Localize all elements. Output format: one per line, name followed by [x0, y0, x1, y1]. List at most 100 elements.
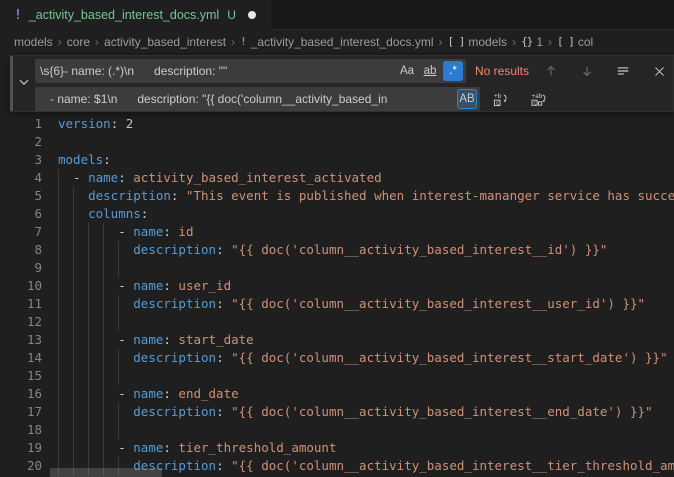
code-line[interactable]: 4 - name: activity_based_interest_activa… — [0, 169, 674, 187]
arrow-down-icon — [580, 64, 594, 78]
indent-guide — [73, 439, 74, 457]
line-content: version: 2 — [58, 115, 674, 133]
line-number: 3 — [0, 151, 42, 169]
replace-button[interactable]: +b c — [490, 89, 510, 109]
code-line[interactable]: 1version: 2 — [0, 115, 674, 133]
line-number: 18 — [0, 421, 42, 439]
code-area[interactable]: 1version: 223 models:4 - name: activity_b… — [0, 115, 674, 475]
line-content: - name: tier_threshold_amount — [58, 439, 674, 457]
breadcrumb-item[interactable]: models — [14, 35, 53, 49]
indent-guide — [103, 421, 104, 439]
code-line[interactable]: 15 — [0, 367, 674, 385]
tab-filename: _activity_based_interest_docs.yml — [29, 8, 219, 22]
code-line[interactable]: 3 models: — [0, 151, 674, 169]
code-line[interactable]: 10 - name: user_id — [0, 277, 674, 295]
code-line[interactable]: 16 - name: end_date — [0, 385, 674, 403]
code-line[interactable]: 8 description: "{{ doc('column__activity… — [0, 241, 674, 259]
find-replace-widget: \s{6}- name: (.*)\n description: "" Aaab… — [10, 55, 674, 112]
next-match-button[interactable] — [577, 61, 597, 81]
indent-guide — [88, 241, 89, 259]
replace-input[interactable]: - name: $1\n description: "{{ doc('colum… — [35, 87, 480, 111]
breadcrumb-separator-icon: › — [439, 35, 443, 49]
code-line[interactable]: 2 — [0, 133, 674, 151]
line-number: 7 — [0, 223, 42, 241]
line-content: description: "{{ doc('column__activity_b… — [58, 349, 674, 367]
replace-all-button[interactable]: +ab c — [528, 89, 548, 109]
breadcrumb: models › core › activity_based_interest ›! _ac… — [0, 31, 674, 52]
line-content: models: — [58, 151, 674, 169]
line-content — [58, 259, 674, 277]
yaml-file-icon: ! — [240, 35, 247, 48]
symbol-array-icon: [ ] — [557, 35, 574, 48]
indent-guide — [118, 241, 119, 259]
breadcrumb-item[interactable]: {}1 — [521, 35, 543, 49]
indent-guide — [58, 277, 59, 295]
indent-guide — [73, 205, 74, 223]
code-line[interactable]: 13 - name: start_date — [0, 331, 674, 349]
line-number: 17 — [0, 403, 42, 421]
code-line[interactable]: 7 - name: id — [0, 223, 674, 241]
code-line[interactable]: 12 — [0, 313, 674, 331]
line-content — [58, 133, 674, 151]
indent-guide — [73, 421, 74, 439]
breadcrumb-item[interactable]: [ ] col — [557, 35, 593, 49]
code-line[interactable]: 19 - name: tier_threshold_amount — [0, 439, 674, 457]
breadcrumb-item[interactable]: activity_based_interest — [104, 35, 226, 49]
indent-guide — [58, 187, 59, 205]
breadcrumb-label: core — [67, 35, 90, 49]
indent-guide — [73, 385, 74, 403]
previous-match-button[interactable] — [541, 61, 561, 81]
breadcrumb-label: col — [578, 35, 593, 49]
indent-guide — [58, 403, 59, 421]
indent-guide — [103, 349, 104, 367]
indent-guide — [73, 277, 74, 295]
code-line[interactable]: 11 description: "{{ doc('column__activit… — [0, 295, 674, 313]
svg-text:c: c — [495, 99, 499, 106]
line-number: 11 — [0, 295, 42, 313]
match-case-toggle[interactable]: Aa — [397, 61, 417, 81]
breadcrumb-label: _activity_based_interest_docs.yml — [251, 35, 434, 49]
unsaved-changes-dot-icon[interactable] — [248, 11, 256, 19]
breadcrumb-item[interactable]: core — [67, 35, 90, 49]
indent-guide — [103, 277, 104, 295]
code-line[interactable]: 5 description: "This event is published … — [0, 187, 674, 205]
breadcrumb-separator-icon: › — [58, 35, 62, 49]
indent-guide — [88, 403, 89, 421]
line-number: 15 — [0, 367, 42, 385]
breadcrumb-separator-icon: › — [231, 35, 235, 49]
whole-word-toggle[interactable]: ab — [420, 61, 440, 81]
code-line[interactable]: 14 description: "{{ doc('column__activit… — [0, 349, 674, 367]
horizontal-scrollbar[interactable] — [50, 468, 162, 477]
indent-guide — [103, 403, 104, 421]
find-in-selection-button[interactable] — [613, 61, 633, 81]
line-number: 16 — [0, 385, 42, 403]
preserve-case-toggle[interactable]: AB — [457, 89, 477, 109]
code-line[interactable]: 6 columns: — [0, 205, 674, 223]
indent-guide — [88, 385, 89, 403]
indent-guide — [73, 295, 74, 313]
replace-all-icon: +ab c — [531, 92, 546, 107]
close-find-widget-button[interactable] — [649, 61, 669, 81]
indent-guide — [58, 331, 59, 349]
line-number: 20 — [0, 457, 42, 475]
editor-pane[interactable]: 1version: 223 models:4 - name: activity_b… — [0, 52, 674, 477]
indent-guide — [118, 367, 119, 385]
breadcrumb-item[interactable]: ! _activity_based_interest_docs.yml — [240, 35, 433, 49]
indent-guide — [73, 187, 74, 205]
find-input[interactable]: \s{6}- name: (.*)\n description: "" Aaab… — [35, 59, 466, 83]
breadcrumb-item[interactable]: [ ]models — [448, 35, 508, 49]
toggle-replace-button[interactable] — [13, 56, 35, 111]
editor-tab[interactable]: ! _activity_based_interest_docs.yml U — [0, 0, 271, 30]
line-content: - name: activity_based_interest_activate… — [58, 169, 674, 187]
line-number: 6 — [0, 205, 42, 223]
chevron-down-icon — [17, 75, 31, 92]
regex-toggle[interactable]: .* — [443, 61, 463, 81]
breadcrumb-label: activity_based_interest — [104, 35, 226, 49]
indent-guide — [88, 439, 89, 457]
code-line[interactable]: 18 — [0, 421, 674, 439]
code-line[interactable]: 9 — [0, 259, 674, 277]
indent-guide — [58, 169, 59, 187]
indent-guide — [88, 295, 89, 313]
code-line[interactable]: 17 description: "{{ doc('column__activit… — [0, 403, 674, 421]
line-number: 12 — [0, 313, 42, 331]
